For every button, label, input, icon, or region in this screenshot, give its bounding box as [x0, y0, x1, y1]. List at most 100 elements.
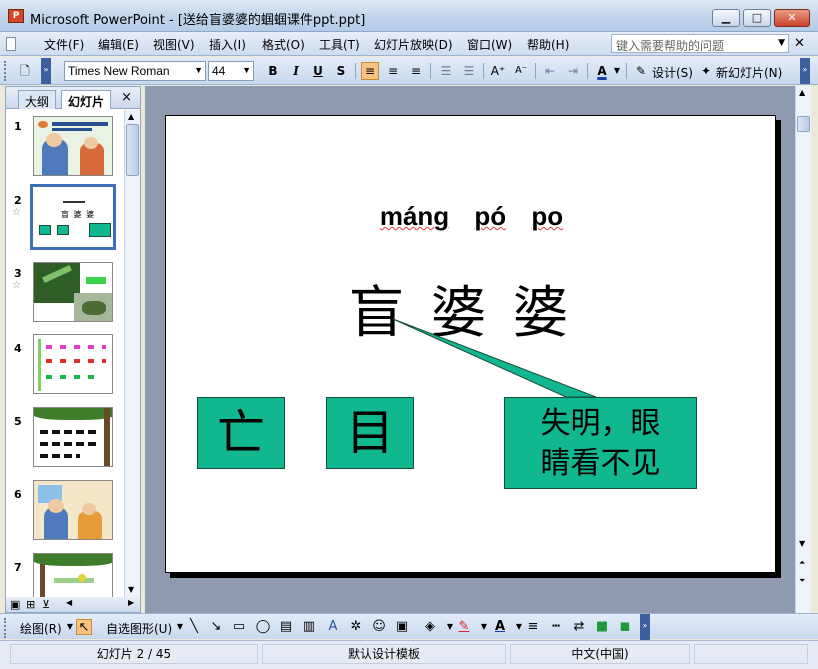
- slide-editing-area[interactable]: máng pó po 盲婆婆 亡 目 失明，眼 睛看不见: [145, 86, 795, 613]
- draw-menu-button[interactable]: 绘图(R): [20, 620, 62, 637]
- minimize-button[interactable]: ▁: [712, 9, 740, 27]
- arrow-icon[interactable]: ↘: [208, 619, 224, 635]
- close-window-button[interactable]: ✕: [774, 9, 810, 27]
- 3d-style-icon[interactable]: ◼: [617, 619, 633, 635]
- toolbar-separator: [483, 63, 484, 79]
- chevron-down-icon[interactable]: ▼: [778, 38, 785, 48]
- component-box-mu[interactable]: 目: [326, 397, 414, 469]
- new-slide-icon[interactable]: ✦: [697, 62, 715, 80]
- slide-thumbnail-5[interactable]: [33, 407, 113, 467]
- scroll-thumb[interactable]: [797, 116, 810, 132]
- align-left-icon[interactable]: ≡: [361, 62, 379, 80]
- font-color-icon[interactable]: A: [593, 62, 611, 80]
- oval-icon[interactable]: ◯: [255, 619, 271, 635]
- toolbar-grip[interactable]: [4, 618, 8, 638]
- menu-format[interactable]: 格式(O): [262, 36, 305, 53]
- decrease-font-icon[interactable]: A⁻: [512, 62, 530, 80]
- increase-font-icon[interactable]: A⁺: [489, 62, 507, 80]
- font-name-select[interactable]: Times New Roman ▼: [64, 61, 206, 81]
- italic-button[interactable]: I: [287, 62, 305, 80]
- close-icon[interactable]: ×: [121, 90, 132, 105]
- align-center-icon[interactable]: ≡: [384, 62, 402, 80]
- align-right-icon[interactable]: ≡: [407, 62, 425, 80]
- menu-view[interactable]: 视图(V): [153, 36, 195, 53]
- slide-thumbnail-7[interactable]: [33, 553, 113, 598]
- chevron-down-icon[interactable]: ▼: [612, 62, 622, 80]
- normal-view-icon[interactable]: ▣: [10, 598, 20, 611]
- autoshapes-button[interactable]: 自选图形(U): [106, 620, 172, 637]
- line-icon[interactable]: ╲: [186, 619, 202, 635]
- scroll-up-icon[interactable]: ▲: [799, 88, 805, 97]
- diagram-icon[interactable]: ✲: [348, 619, 364, 635]
- clipart-icon[interactable]: ☺: [371, 619, 387, 635]
- component-box-wang[interactable]: 亡: [197, 397, 285, 469]
- menu-window[interactable]: 窗口(W): [467, 36, 512, 53]
- powerpoint-icon[interactable]: P: [8, 9, 24, 23]
- scroll-up-icon[interactable]: ▲: [128, 112, 134, 121]
- tab-outline[interactable]: 大纲: [18, 90, 57, 109]
- decrease-indent-icon[interactable]: ⇤: [541, 62, 559, 80]
- slide-thumbnail-2[interactable]: 盲 婆 婆: [30, 184, 116, 250]
- rectangle-icon[interactable]: ▭: [231, 619, 247, 635]
- bold-button[interactable]: B: [264, 62, 282, 80]
- toolbar-options-icon[interactable]: »: [800, 58, 810, 84]
- dash-style-icon[interactable]: ┅: [548, 619, 564, 635]
- menu-help[interactable]: 帮助(H): [527, 36, 569, 53]
- vertical-scrollbar[interactable]: ▲ ▼ ⏶ ⏷: [795, 86, 811, 613]
- design-icon[interactable]: ✎: [632, 62, 650, 80]
- next-slide-icon[interactable]: ⏷: [799, 576, 805, 586]
- document-menu-icon[interactable]: [6, 37, 16, 51]
- line-color-icon[interactable]: ✎: [456, 619, 472, 635]
- fill-color-icon[interactable]: ◈: [422, 619, 438, 635]
- font-size-select[interactable]: 44 ▼: [208, 61, 254, 81]
- vertical-textbox-icon[interactable]: ▥: [301, 619, 317, 635]
- maximize-button[interactable]: □: [743, 9, 771, 27]
- menu-file[interactable]: 文件(F): [44, 36, 84, 53]
- arrow-style-icon[interactable]: ⇄: [571, 619, 587, 635]
- scroll-left-icon[interactable]: ◀: [66, 598, 72, 607]
- help-search-input[interactable]: 键入需要帮助的问题 ▼: [611, 34, 789, 53]
- scroll-right-icon[interactable]: ▶: [128, 598, 134, 607]
- toolbar-grip[interactable]: [4, 61, 8, 81]
- bullets-icon[interactable]: ☰: [460, 62, 478, 80]
- picture-icon[interactable]: ▣: [394, 619, 410, 635]
- increase-indent-icon[interactable]: ⇥: [564, 62, 582, 80]
- chevron-down-icon[interactable]: ▼: [476, 619, 492, 635]
- slideshow-view-icon[interactable]: ⊻: [42, 598, 50, 611]
- tab-slides[interactable]: 幻灯片: [61, 90, 112, 109]
- toolbar-options-icon[interactable]: »: [41, 58, 51, 84]
- toolbar-options-icon[interactable]: »: [640, 614, 650, 640]
- slide-number: 5: [14, 415, 22, 428]
- slide-thumbnail-1[interactable]: [33, 116, 113, 176]
- numbering-icon[interactable]: ☰: [437, 62, 455, 80]
- design-button[interactable]: 设计(S): [652, 64, 693, 81]
- slide-thumbnail-6[interactable]: [33, 480, 113, 540]
- menu-insert[interactable]: 插入(I): [209, 36, 246, 53]
- slide-thumbnail-4[interactable]: [33, 334, 113, 394]
- slide-thumbnail-3[interactable]: [33, 262, 113, 322]
- new-document-icon[interactable]: 🗋: [16, 62, 34, 80]
- chevron-down-icon: ▼: [242, 65, 251, 75]
- menu-edit[interactable]: 编辑(E): [98, 36, 139, 53]
- window-title: Microsoft PowerPoint - [送给盲婆婆的蝈蝈课件ppt.pp…: [30, 13, 366, 28]
- scroll-down-icon[interactable]: ▼: [799, 539, 805, 548]
- new-slide-button[interactable]: 新幻灯片(N): [716, 64, 782, 81]
- close-document-icon[interactable]: ✕: [794, 36, 805, 51]
- scroll-thumb[interactable]: [126, 124, 139, 176]
- textbox-icon[interactable]: ▤: [278, 619, 294, 635]
- scroll-down-icon[interactable]: ▼: [128, 585, 134, 594]
- menu-tools[interactable]: 工具(T): [319, 36, 360, 53]
- line-style-icon[interactable]: ≡: [525, 619, 541, 635]
- wordart-icon[interactable]: A: [325, 619, 341, 635]
- select-pointer-icon[interactable]: ↖: [76, 619, 92, 635]
- underline-button[interactable]: U: [309, 62, 327, 80]
- previous-slide-icon[interactable]: ⏶: [799, 558, 805, 568]
- menu-slideshow[interactable]: 幻灯片放映(D): [374, 36, 453, 53]
- current-slide[interactable]: máng pó po 盲婆婆 亡 目 失明，眼 睛看不见: [165, 115, 776, 573]
- thumbnail-scrollbar[interactable]: ▲ ▼: [124, 110, 140, 598]
- meaning-callout[interactable]: 失明，眼 睛看不见: [504, 397, 697, 489]
- shadow-style-icon[interactable]: ■: [594, 619, 610, 635]
- slide-sorter-view-icon[interactable]: ⊞: [26, 598, 35, 611]
- shadow-button[interactable]: S: [332, 62, 350, 80]
- font-color-icon[interactable]: A: [492, 619, 508, 635]
